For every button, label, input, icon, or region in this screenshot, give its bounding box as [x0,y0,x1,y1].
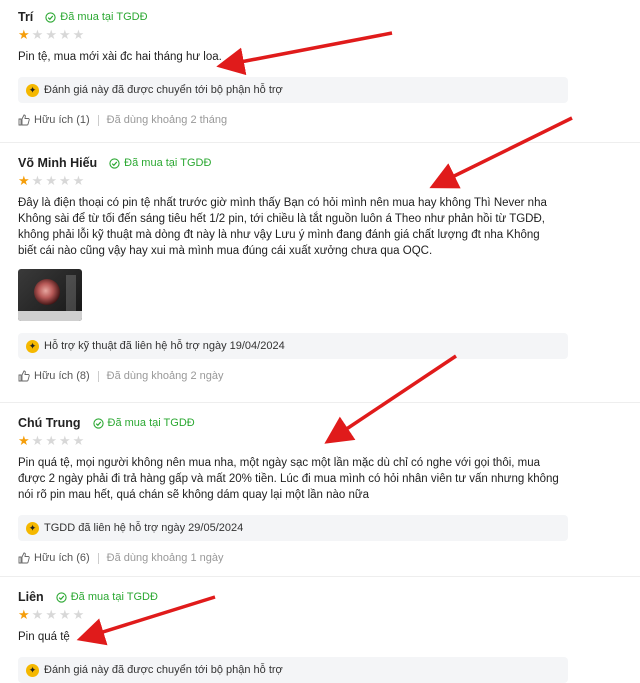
support-reply: ✦ TGDD đã liên hệ hỗ trợ ngày 29/05/2024 [18,515,568,541]
star-icon: ★ [72,433,85,448]
star-rating: ★ ★ ★ ★ ★ [18,608,568,621]
support-reply-text: Đánh giá này đã được chuyển tới bộ phận … [44,664,283,676]
review-item: Trí Đã mua tại TGDĐ ★ ★ ★ ★ ★ Pin tệ, mua mớ… [18,8,568,129]
star-icon: ★ [18,607,30,622]
photo-highlight [66,275,76,311]
divider [97,114,99,126]
star-icon: ★ [45,27,57,42]
star-rating: ★ ★ ★ ★ ★ [18,28,568,41]
star-icon: ★ [45,433,57,448]
star-icon: ★ [31,173,44,188]
check-circle-icon [56,591,67,603]
star-icon: ★ [31,607,44,622]
divider [97,370,99,382]
verified-badge: Đã mua tại TGDĐ [56,591,158,603]
support-reply-text: Hỗ trợ kỹ thuật đã liên hệ hỗ trợ ngày 1… [44,340,285,352]
helpful-label: Hữu ích (6) [34,552,90,564]
star-icon: ★ [72,607,85,622]
support-reply-text: Đánh giá này đã được chuyển tới bộ phận … [44,84,283,96]
thumbs-up-icon [18,370,30,382]
star-icon: ★ [31,27,44,42]
check-circle-icon [109,157,120,169]
helpful-label: Hữu ích (1) [34,114,90,126]
support-reply-text: TGDD đã liên hệ hỗ trợ ngày 29/05/2024 [44,522,244,534]
helpful-button[interactable]: Hữu ích (6) [18,552,90,564]
star-icon: ★ [18,433,30,448]
usage-duration: Đã dùng khoảng 1 ngày [106,552,224,564]
star-icon: ★ [72,27,85,42]
verified-badge: Đã mua tại TGDĐ [92,417,195,429]
check-circle-icon [45,11,56,23]
star-icon: ★ [45,607,57,622]
review-content: Pin tệ, mua mới xài đc hai tháng hư loa. [18,51,222,63]
reviewer-name: Võ Minh Hiếu [18,156,98,170]
review-divider [0,402,640,403]
thumbs-up-icon [18,114,30,126]
verified-label: Đã mua tại TGDĐ [107,417,195,429]
helpful-label: Hữu ích (8) [34,370,90,382]
verified-label: Đã mua tại TGDĐ [70,591,158,603]
check-circle-icon [92,417,104,429]
helpful-button[interactable]: Hữu ích (1) [18,114,90,126]
verified-badge: Đã mua tại TGDĐ [109,157,211,169]
star-icon: ★ [58,27,71,42]
star-rating: ★ ★ ★ ★ ★ [18,174,568,187]
star-icon: ★ [31,433,44,448]
support-badge-icon: ✦ [26,339,39,353]
camera-lens [34,279,60,305]
verified-label: Đã mua tại TGDĐ [124,157,212,169]
support-reply: ✦ Đánh giá này đã được chuyển tới bộ phậ… [18,77,568,103]
usage-duration: Đã dùng khoảng 2 tháng [106,114,228,126]
phone-frame [18,311,82,321]
star-icon: ★ [58,173,71,188]
star-icon: ★ [18,27,30,42]
review-item: Liên Đã mua tại TGDĐ ★ ★ ★ ★ ★ Pin quá tệ ✦ … [18,588,568,683]
review-divider [0,576,640,577]
reviewer-name: Chú Trung [18,416,81,430]
star-rating: ★ ★ ★ ★ ★ [18,434,568,447]
verified-badge: Đã mua tại TGDĐ [45,11,148,23]
review-content: Pin quá tệ, mọi người không nên mua nha,… [18,457,559,501]
review-content: Pin quá tệ [18,631,70,643]
divider [97,552,99,564]
support-badge-icon: ✦ [26,83,39,97]
review-photo[interactable] [18,269,82,321]
support-reply: ✦ Hỗ trợ kỹ thuật đã liên hệ hỗ trợ ngày… [18,333,568,359]
star-icon: ★ [58,433,71,448]
support-badge-icon: ✦ [26,521,39,535]
review-item: Chú Trung Đã mua tại TGDĐ ★ ★ ★ ★ ★ Pin quá … [18,414,568,567]
star-icon: ★ [72,173,85,188]
verified-label: Đã mua tại TGDĐ [60,11,148,23]
review-content: Đây là điện thoại có pin tệ nhất trước g… [18,197,547,257]
review-item: Võ Minh Hiếu Đã mua tại TGDĐ ★ ★ ★ ★ ★ Đây l… [18,154,568,385]
thumbs-up-icon [18,552,30,564]
star-icon: ★ [58,607,71,622]
helpful-button[interactable]: Hữu ích (8) [18,370,90,382]
reviewer-name: Trí [18,10,34,24]
reviewer-name: Liên [18,590,44,604]
star-icon: ★ [18,173,30,188]
star-icon: ★ [45,173,57,188]
support-badge-icon: ✦ [26,663,39,677]
usage-duration: Đã dùng khoảng 2 ngày [106,370,224,382]
support-reply: ✦ Đánh giá này đã được chuyển tới bộ phậ… [18,657,568,683]
review-divider [0,142,640,143]
